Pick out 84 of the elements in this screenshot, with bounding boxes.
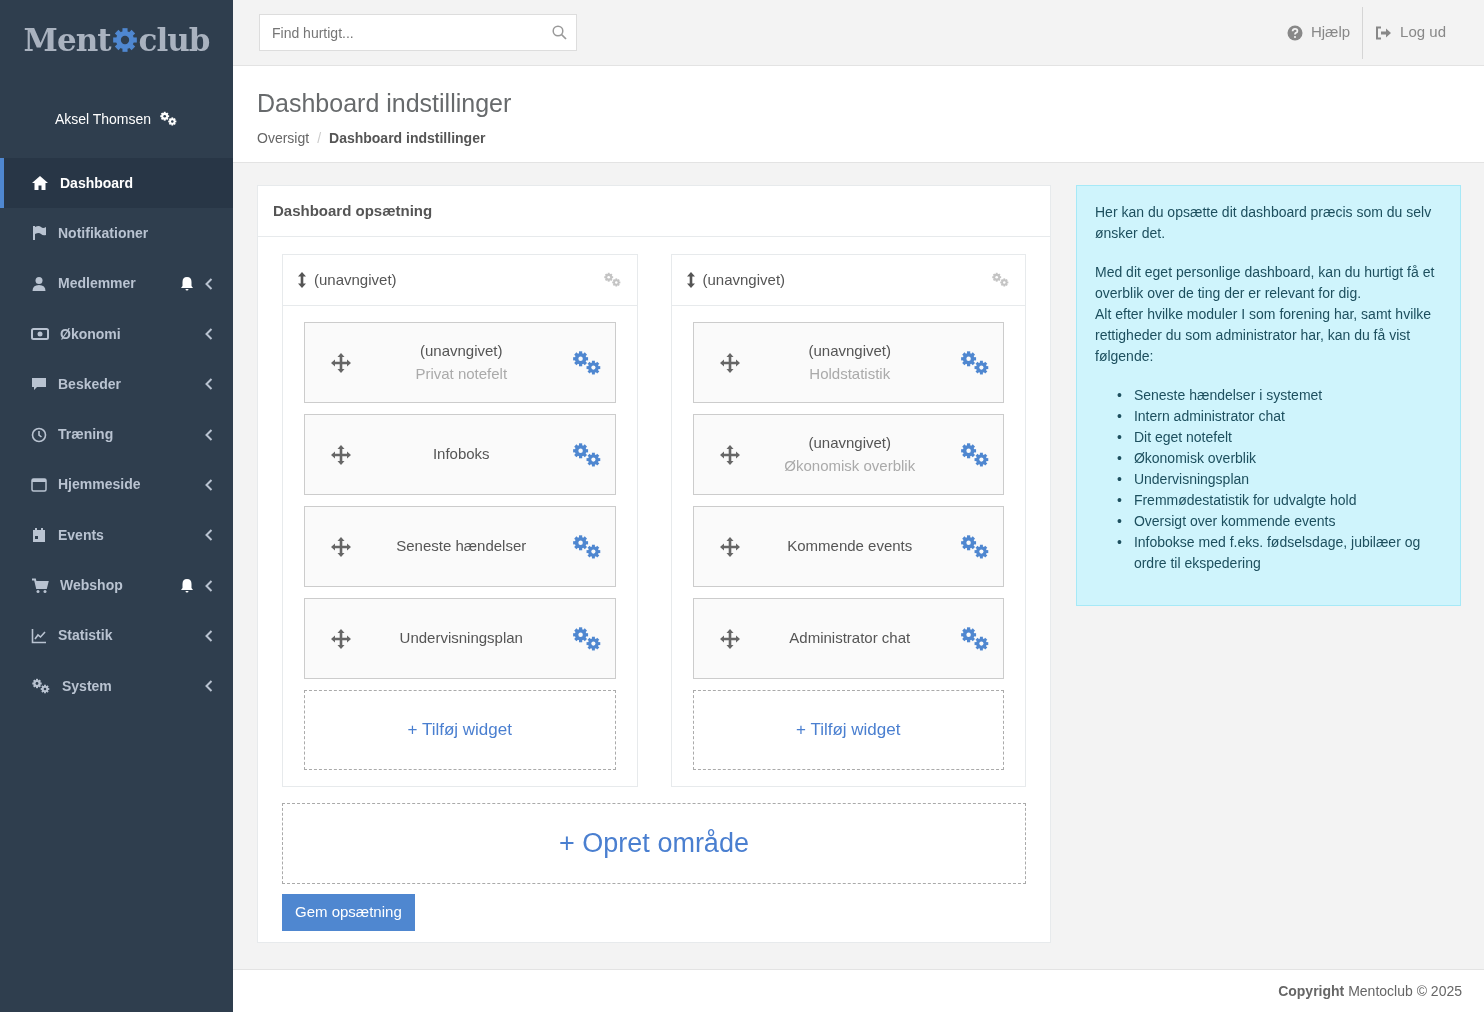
info-list-item: Seneste hændelser i systemet bbox=[1133, 386, 1323, 405]
sidebar-item[interactable]: System bbox=[0, 660, 233, 712]
move-icon[interactable] bbox=[330, 627, 352, 650]
info-list-item: Dit eget notefelt bbox=[1133, 428, 1232, 447]
gears-icon[interactable] bbox=[159, 111, 179, 127]
sidebar-item[interactable]: Events bbox=[0, 510, 233, 561]
clock-icon bbox=[31, 426, 47, 443]
widget-title: Seneste hændelser bbox=[395, 536, 528, 557]
sidebar-item[interactable]: Webshop bbox=[0, 560, 233, 611]
gears-icon bbox=[31, 678, 51, 695]
bullet: • bbox=[1117, 491, 1122, 510]
breadcrumb-separator: / bbox=[317, 129, 321, 148]
sidebar-item[interactable]: Beskeder bbox=[0, 359, 233, 410]
sort-handle-icon[interactable] bbox=[298, 272, 306, 288]
info-list-item: Undervisningsplan bbox=[1133, 470, 1250, 489]
info-paragraph: Her kan du opsætte dit dashboard præcis som du selv ønsker det. bbox=[1095, 203, 1433, 243]
widget-title: Administrator chat bbox=[788, 628, 912, 649]
widget-title: (unavngivet) bbox=[418, 341, 504, 361]
top-link[interactable]: Log ud bbox=[1363, 6, 1458, 59]
info-list-item: Oversigt over kommende events bbox=[1133, 512, 1336, 531]
move-icon[interactable] bbox=[330, 443, 352, 466]
breadcrumb-link[interactable]: Oversigt bbox=[257, 128, 310, 149]
add-widget-button[interactable]: + Tilføj widget bbox=[304, 690, 616, 770]
sidebar-item[interactable]: Økonomi bbox=[0, 308, 233, 360]
bullet: • bbox=[1117, 449, 1122, 468]
banknote-icon bbox=[31, 327, 49, 342]
sort-handle-icon[interactable] bbox=[686, 272, 695, 288]
sidebar-item[interactable]: Træning bbox=[0, 409, 233, 460]
bullet: • bbox=[1117, 533, 1122, 552]
info-list-item: Intern administrator chat bbox=[1133, 407, 1285, 426]
logo-text: Ment bbox=[23, 20, 111, 60]
sidebar-item[interactable]: Notifikationer bbox=[0, 208, 233, 259]
info-list-item: Økonomisk overblik bbox=[1133, 449, 1257, 468]
sidebar-item[interactable]: Dashboard bbox=[0, 158, 233, 209]
page-title: Dashboard indstillinger bbox=[257, 88, 513, 118]
bullet: • bbox=[1117, 512, 1122, 531]
logout-icon bbox=[1375, 25, 1393, 40]
move-icon[interactable] bbox=[330, 351, 352, 374]
calendar-icon bbox=[31, 527, 47, 544]
user-name: Aksel Thomsen bbox=[54, 109, 152, 129]
widget-type: Privat notefelt bbox=[414, 363, 509, 384]
gear-icon bbox=[110, 26, 139, 54]
bullet: • bbox=[1117, 470, 1122, 489]
widget-title: Kommende events bbox=[786, 536, 914, 557]
sidebar-item[interactable]: Medlemmer bbox=[0, 258, 233, 309]
widget-title: (unavngivet) bbox=[807, 433, 892, 453]
user-icon bbox=[31, 275, 47, 292]
window-icon bbox=[31, 476, 47, 493]
info-list-item: Infobokse med f.eks. fødselsdage, jubilæer og ordre til ekspedering bbox=[1133, 533, 1422, 573]
sidebar-item[interactable]: Hjemmeside bbox=[0, 459, 233, 511]
add-widget-button[interactable]: + Tilføj widget bbox=[692, 690, 1004, 770]
sidebar-item[interactable]: Statistik bbox=[0, 610, 233, 661]
widget-title: (unavngivet) bbox=[807, 341, 892, 361]
info-list-item: Fremmødestatistik for udvalgte hold bbox=[1133, 491, 1357, 510]
flag-icon bbox=[31, 225, 47, 242]
create-area-button[interactable]: + Opret område bbox=[282, 803, 1026, 884]
breadcrumb-current: Dashboard indstillinger bbox=[329, 129, 486, 148]
area-title: (unavngivet) bbox=[702, 269, 787, 290]
logo-text: club bbox=[138, 20, 210, 60]
bullet: • bbox=[1117, 407, 1122, 426]
move-icon[interactable] bbox=[718, 443, 741, 466]
area-title: (unavngivet) bbox=[314, 269, 398, 290]
save-button[interactable]: Gem opsætning bbox=[282, 894, 415, 931]
top-link[interactable]: Hjælp bbox=[1274, 6, 1363, 59]
widget-title: Undervisningsplan bbox=[398, 628, 524, 649]
widget-type: Holdstatistik bbox=[808, 363, 892, 384]
move-icon[interactable] bbox=[718, 535, 741, 558]
copyright-text: Copyright Mentoclub © 2025 bbox=[1278, 981, 1462, 1001]
search-icon bbox=[552, 25, 567, 40]
help-icon bbox=[1286, 24, 1303, 41]
bullet: • bbox=[1117, 428, 1122, 447]
bullet: • bbox=[1117, 386, 1122, 405]
info-paragraph: Med dit eget personlige dashboard, kan du hurtigt få et overblik over de ting der er relevant for dig. Alt efter hvilke moduler I som forening har, samt hvilke rettigheder du som administrator har, kan du få vist følgende: bbox=[1095, 263, 1436, 366]
move-icon[interactable] bbox=[718, 627, 741, 650]
search-field[interactable]: Find hurtigt... bbox=[259, 14, 577, 51]
move-icon[interactable] bbox=[330, 535, 352, 558]
move-icon[interactable] bbox=[718, 351, 741, 374]
home-icon bbox=[31, 175, 49, 192]
widget-type: Økonomisk overblik bbox=[783, 455, 917, 476]
cart-icon bbox=[31, 577, 49, 594]
chat-icon bbox=[31, 376, 47, 393]
card-title: Dashboard opsætning bbox=[273, 200, 433, 221]
line-chart-icon bbox=[31, 627, 47, 644]
widget-title: Infoboks bbox=[431, 444, 491, 465]
